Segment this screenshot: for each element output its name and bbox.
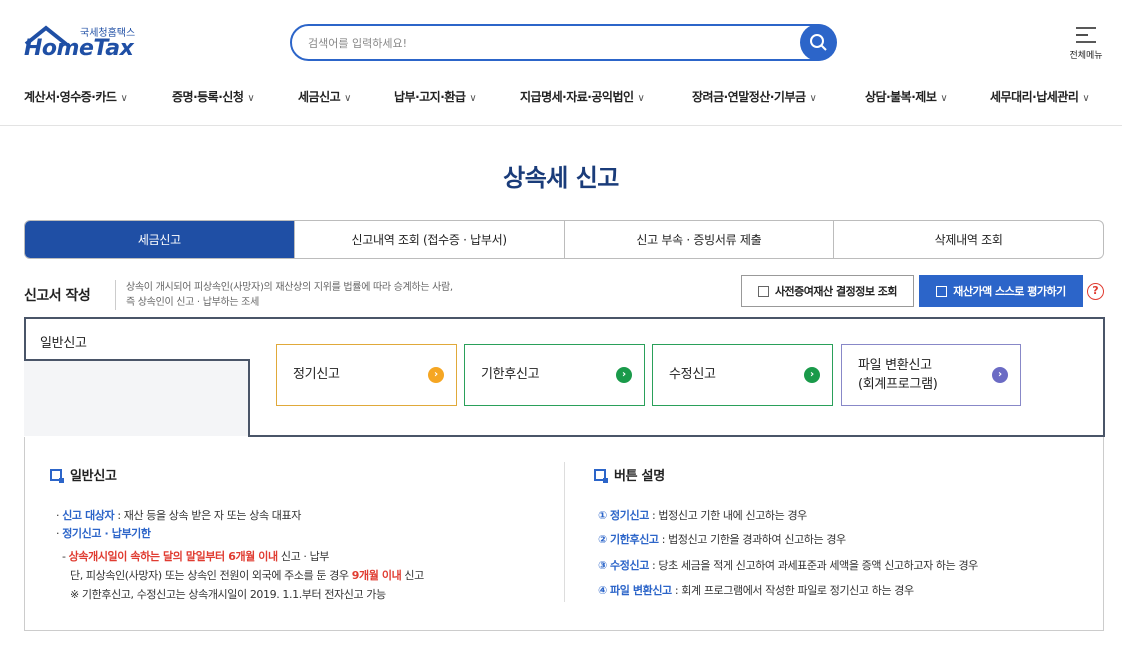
info-line-note: ※ 기한후신고, 수정신고는 상속개시일이 2019. 1.1.부터 전자신고 … xyxy=(70,588,386,601)
section-title: 신고서 작성 xyxy=(24,288,91,304)
regular-report-button[interactable]: 정기신고 › xyxy=(276,344,457,406)
arrow-right-icon: › xyxy=(992,367,1008,383)
nav-divider xyxy=(0,125,1122,126)
info-line-abroad: 단, 피상속인(사망자) 또는 상속인 전원이 외국에 주소를 둔 경우 9개월… xyxy=(70,569,424,582)
main-tabs: 세금신고 신고내역 조회 (접수증 · 납부서) 신고 부속 · 증빙서류 제출… xyxy=(24,220,1104,259)
section-description: 상속이 개시되어 피상속인(사망자)의 재산상의 지위를 법률에 따라 승계하는… xyxy=(115,280,453,310)
nav-item-certificate[interactable]: 증명·등록·신청 ∨ xyxy=(172,88,255,105)
chevron-down-icon: ∨ xyxy=(469,93,477,104)
page-title: 상속세 신고 xyxy=(503,164,619,192)
search-input[interactable]: 검색어를 입력하세요! xyxy=(290,24,836,61)
info-line-deadline: · 정기신고 · 납부기한 xyxy=(56,527,151,540)
chevron-down-icon: ∨ xyxy=(344,93,351,104)
chevron-down-icon: ∨ xyxy=(637,93,645,104)
arrow-right-icon: › xyxy=(804,367,820,383)
logo-title: HomeTax xyxy=(24,36,134,61)
nav-item-payment[interactable]: 납부·고지·환급 ∨ xyxy=(394,88,477,105)
info-button-desc: ① 정기신고 : 법정신고 기한 내에 신고하는 경우 xyxy=(598,509,807,522)
square-bullet-icon xyxy=(594,469,608,483)
checkbox-icon xyxy=(936,285,948,297)
hometax-logo[interactable]: 국세청홈택스 HomeTax xyxy=(24,24,144,64)
nav-item-statement[interactable]: 지급명세·자료·공익법인 ∨ xyxy=(520,88,645,105)
info-line-target: · 신고 대상자 : 재산 등을 상속 받은 자 또는 상속 대표자 xyxy=(56,509,301,522)
chevron-down-icon: ∨ xyxy=(247,93,255,104)
file-conversion-report-button[interactable]: 파일 변환신고 (회계프로그램) › xyxy=(841,344,1021,406)
info-button-desc: ③ 수정신고 : 당초 세금을 적게 신고하여 과세표준과 세액을 증액 신고하… xyxy=(598,559,978,572)
search-placeholder: 검색어를 입력하세요! xyxy=(308,37,407,50)
search-button[interactable] xyxy=(800,24,837,61)
info-divider xyxy=(564,462,565,602)
late-report-button[interactable]: 기한후신고 › xyxy=(464,344,645,406)
chevron-down-icon: ∨ xyxy=(120,93,128,104)
hamburger-icon xyxy=(1076,27,1096,43)
info-general-heading: 일반신고 xyxy=(50,465,117,484)
amended-report-button[interactable]: 수정신고 › xyxy=(652,344,833,406)
panel-border xyxy=(248,359,250,437)
nav-item-consult[interactable]: 상담·불복·제보 ∨ xyxy=(865,88,948,105)
tab-report-history[interactable]: 신고내역 조회 (접수증 · 납부서) xyxy=(293,221,564,258)
self-valuation-button[interactable]: 재산가액 스스로 평가하기 xyxy=(919,275,1083,307)
nav-item-invoice[interactable]: 계산서·영수증·카드 ∨ xyxy=(24,88,128,105)
global-nav: 계산서·영수증·카드 ∨ 증명·등록·신청 ∨ 세금신고 ∨ 납부·고지·환급 ∨ 지급… xyxy=(0,84,1122,108)
arrow-right-icon: › xyxy=(616,367,632,383)
prior-gift-lookup-button[interactable]: 사전증여재산 결정정보 조회 xyxy=(741,275,914,307)
panel-border xyxy=(1103,317,1105,437)
checkbox-icon xyxy=(757,285,769,297)
chevron-down-icon: ∨ xyxy=(1082,93,1090,104)
panel-border xyxy=(248,317,1105,319)
nav-item-agent[interactable]: 세무대리·납세관리 ∨ xyxy=(990,88,1090,105)
arrow-right-icon: › xyxy=(428,367,444,383)
square-bullet-icon xyxy=(50,469,64,483)
all-menu-button[interactable]: 전체메뉴 xyxy=(1066,24,1106,64)
tab-tax-report[interactable]: 세금신고 xyxy=(25,221,294,258)
chevron-down-icon: ∨ xyxy=(809,93,817,104)
panel-side-background xyxy=(24,361,250,436)
info-buttons-heading: 버튼 설명 xyxy=(594,465,665,484)
info-button-desc: ② 기한후신고 : 법정신고 기한을 경과하여 신고하는 경우 xyxy=(598,533,846,546)
help-icon[interactable]: ? xyxy=(1087,283,1104,300)
panel-tab-label: 일반신고 xyxy=(40,336,87,351)
search-icon xyxy=(810,34,827,51)
tab-attachments[interactable]: 신고 부속 · 증빙서류 제출 xyxy=(563,221,834,258)
info-line-deadline-detail: - 상속개시일이 속하는 달의 말일부터 6개월 이내 신고 · 납부 xyxy=(62,550,330,563)
all-menu-label: 전체메뉴 xyxy=(1069,51,1103,61)
info-button-desc: ④ 파일 변환신고 : 회계 프로그램에서 작성한 파일로 정기신고 하는 경우 xyxy=(598,584,914,597)
tab-deleted-history[interactable]: 삭제내역 조회 xyxy=(833,221,1103,258)
chevron-down-icon: ∨ xyxy=(940,93,948,104)
nav-item-incentive[interactable]: 장려금·연말정산·기부금 ∨ xyxy=(692,88,817,105)
nav-item-tax-report[interactable]: 세금신고 ∨ xyxy=(298,88,351,105)
